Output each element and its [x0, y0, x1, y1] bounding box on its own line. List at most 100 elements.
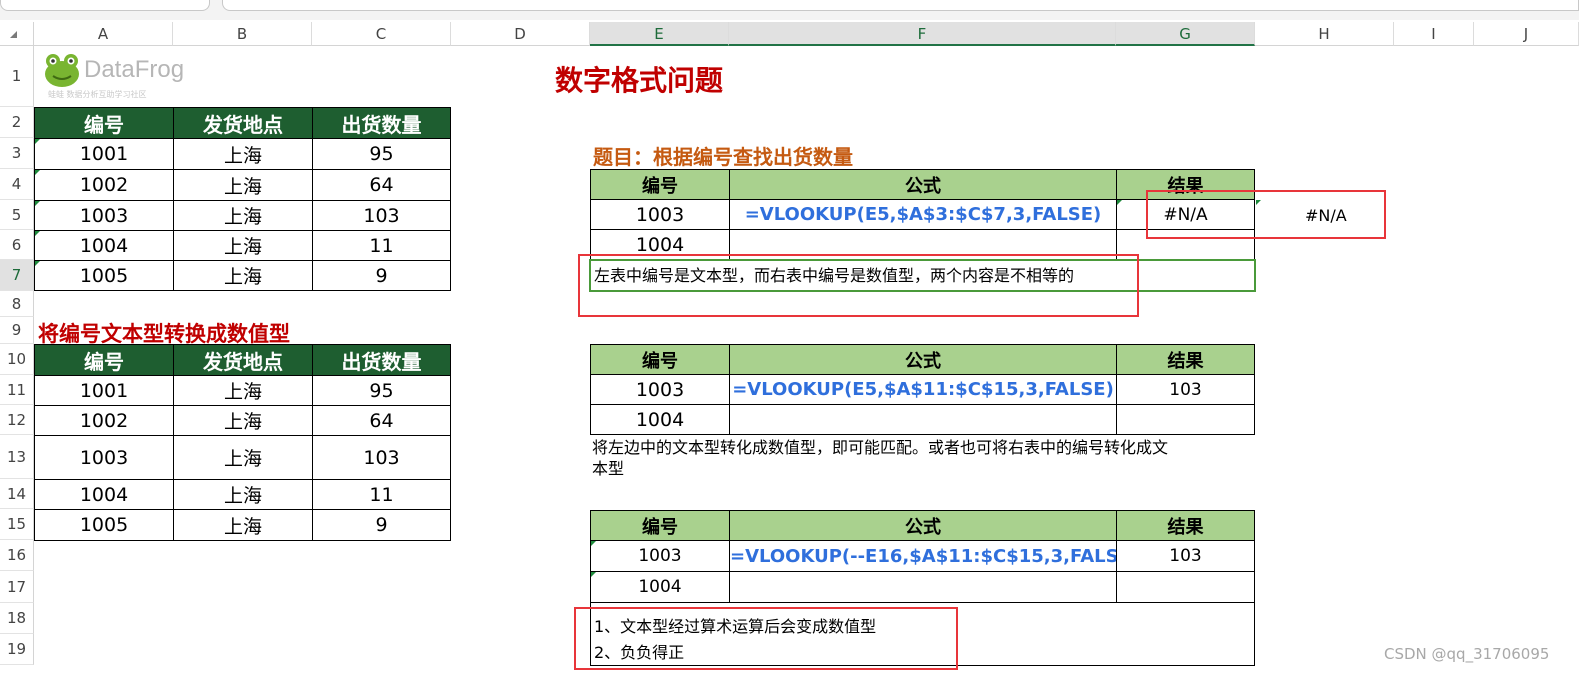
table2-header-location[interactable]: 发货地点	[173, 344, 313, 376]
table-cell[interactable]: 1002	[34, 169, 174, 201]
table1-header-quantity[interactable]: 出货数量	[312, 107, 451, 139]
table-cell[interactable]: 9	[312, 509, 451, 541]
error-indicator	[1117, 200, 1122, 205]
lookup3-id-cell[interactable]: 1004	[590, 571, 730, 603]
column-header-d[interactable]: D	[451, 22, 590, 46]
table-cell[interactable]: 上海	[173, 260, 313, 291]
text-number-indicator	[35, 261, 40, 266]
logo-subtitle: 蛙蛙 数据分析互助学习社区	[48, 90, 147, 99]
lookup2-result-cell[interactable]: 103	[1116, 374, 1255, 405]
table-cell[interactable]: 11	[312, 230, 451, 261]
column-header-j[interactable]: J	[1474, 22, 1579, 46]
table-cell[interactable]: 上海	[173, 479, 313, 510]
lookup2-formula-cell[interactable]: =VLOOKUP(E5,$A$11:$C$15,3,FALSE)	[729, 374, 1117, 405]
row-header-1[interactable]: 1	[0, 46, 34, 107]
table-cell[interactable]: 1003	[34, 200, 174, 231]
row-header-17[interactable]: 17	[0, 571, 34, 603]
table-cell[interactable]: 103	[312, 435, 451, 480]
row-header-4[interactable]: 4	[0, 169, 34, 200]
column-header-f[interactable]: F	[729, 22, 1116, 46]
table-cell[interactable]: 1003	[34, 435, 174, 480]
table-cell[interactable]: 上海	[173, 169, 313, 201]
lookup3-header-result[interactable]: 结果	[1116, 510, 1255, 541]
formula-input[interactable]	[222, 0, 1579, 11]
lookup2-id-cell[interactable]: 1003	[590, 374, 730, 405]
table-cell[interactable]: 上海	[173, 509, 313, 541]
column-header-c[interactable]: C	[312, 22, 451, 46]
row-header-13[interactable]: 13	[0, 435, 34, 479]
row-header-2[interactable]: 2	[0, 107, 34, 138]
row-header-10[interactable]: 10	[0, 344, 34, 375]
frog-icon	[45, 54, 79, 87]
table-cell[interactable]: 1001	[34, 375, 174, 406]
lookup1-id-cell[interactable]: 1003	[590, 199, 730, 230]
table-cell[interactable]: 1004	[34, 230, 174, 261]
column-header-e[interactable]: E	[590, 22, 729, 46]
column-header-i[interactable]: I	[1394, 22, 1474, 46]
table2-header-id[interactable]: 编号	[34, 344, 174, 376]
row-header-15[interactable]: 15	[0, 509, 34, 540]
table-cell[interactable]: 上海	[173, 230, 313, 261]
row-header-5[interactable]: 5	[0, 200, 34, 230]
lookup1-header-formula[interactable]: 公式	[729, 169, 1117, 200]
select-all-corner[interactable]	[0, 22, 34, 46]
table-cell[interactable]: 1005	[34, 509, 174, 541]
table-cell[interactable]: 64	[312, 169, 451, 201]
table-cell[interactable]: 64	[312, 405, 451, 436]
table-cell[interactable]: 1005	[34, 260, 174, 291]
column-header-g[interactable]: G	[1116, 22, 1255, 46]
lookup3-header-formula[interactable]: 公式	[729, 510, 1117, 541]
table2-header-quantity[interactable]: 出货数量	[312, 344, 451, 376]
row-header-8[interactable]: 8	[0, 291, 34, 317]
table-cell[interactable]: 上海	[173, 375, 313, 406]
lookup2-header-id[interactable]: 编号	[590, 344, 730, 375]
table-cell[interactable]: 上海	[173, 138, 313, 170]
table1-header-location[interactable]: 发货地点	[173, 107, 313, 139]
lookup2-note[interactable]: 将左边中的文本型转化成数值型，即可能匹配。或者也可将右表中的编号转化成文 本型	[592, 437, 1254, 479]
table-cell[interactable]: 上海	[173, 405, 313, 436]
table-cell[interactable]: 95	[312, 375, 451, 406]
table-cell[interactable]: 上海	[173, 435, 313, 480]
lookup2-formula-cell[interactable]	[729, 404, 1117, 435]
datafrog-logo: DataFrog 蛙蛙 数据分析互助学习社区	[42, 52, 192, 102]
row-header-19[interactable]: 19	[0, 634, 34, 665]
column-header-h[interactable]: H	[1255, 22, 1394, 46]
csdn-watermark: CSDN @qq_31706095	[1384, 645, 1550, 663]
row-header-16[interactable]: 16	[0, 540, 34, 571]
column-header-a[interactable]: A	[34, 22, 173, 46]
row-header-18[interactable]: 18	[0, 603, 34, 634]
lookup3-result-cell[interactable]	[1116, 571, 1255, 603]
lookup1-formula-cell[interactable]: =VLOOKUP(E5,$A$3:$C$7,3,FALSE)	[729, 199, 1117, 230]
lookup2-id-cell[interactable]: 1004	[590, 404, 730, 435]
table-cell[interactable]: 9	[312, 260, 451, 291]
name-box[interactable]	[0, 0, 210, 11]
row-header-3[interactable]: 3	[0, 138, 34, 169]
text-number-indicator	[591, 572, 596, 577]
table-cell[interactable]: 103	[312, 200, 451, 231]
row-header-7[interactable]: 7	[0, 260, 34, 291]
table-cell[interactable]: 95	[312, 138, 451, 170]
table-cell[interactable]: 1001	[34, 138, 174, 170]
lookup3-id-cell[interactable]: 1003	[590, 540, 730, 572]
lookup1-header-id[interactable]: 编号	[590, 169, 730, 200]
table-cell[interactable]: 1004	[34, 479, 174, 510]
lookup3-header-id[interactable]: 编号	[590, 510, 730, 541]
row-header-6[interactable]: 6	[0, 230, 34, 260]
row-header-11[interactable]: 11	[0, 375, 34, 405]
row-header-9[interactable]: 9	[0, 317, 34, 344]
table1-header-id[interactable]: 编号	[34, 107, 174, 139]
select-all-triangle-icon	[10, 31, 17, 38]
lookup2-header-result[interactable]: 结果	[1116, 344, 1255, 375]
lookup3-formula-cell[interactable]: =VLOOKUP(--E16,$A$11:$C$15,3,FALSE	[729, 540, 1117, 572]
table-cell[interactable]: 11	[312, 479, 451, 510]
row-header-14[interactable]: 14	[0, 479, 34, 509]
column-header-b[interactable]: B	[173, 22, 312, 46]
lookup3-formula-cell[interactable]	[729, 571, 1117, 603]
highlight-box-result	[1146, 190, 1386, 239]
lookup3-result-cell[interactable]: 103	[1116, 540, 1255, 572]
table-cell[interactable]: 1002	[34, 405, 174, 436]
lookup2-result-cell[interactable]	[1116, 404, 1255, 435]
table-cell[interactable]: 上海	[173, 200, 313, 231]
lookup2-header-formula[interactable]: 公式	[729, 344, 1117, 375]
row-header-12[interactable]: 12	[0, 405, 34, 435]
